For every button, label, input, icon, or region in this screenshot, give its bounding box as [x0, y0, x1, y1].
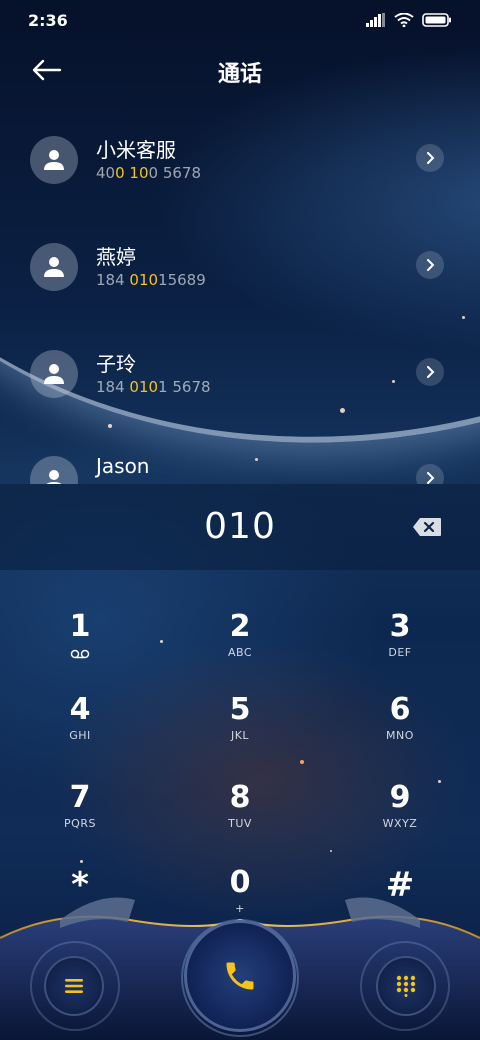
person-icon — [44, 150, 64, 170]
status-bar: 2:36 — [0, 0, 480, 40]
dialed-number: 010 — [204, 506, 276, 547]
dialed-number-bar: 010 — [0, 484, 480, 570]
list-item[interactable]: 子玲 184 0101 5678 — [0, 334, 480, 414]
contact-name: Jason — [96, 454, 150, 478]
status-time: 2:36 — [28, 10, 68, 30]
key-4[interactable]: 4 GHI — [20, 693, 140, 763]
menu-icon — [65, 979, 83, 993]
contact-number: 184 01015689 — [96, 271, 206, 289]
avatar — [30, 136, 78, 184]
chevron-right-icon[interactable] — [416, 144, 444, 172]
key-1[interactable]: 1 — [20, 610, 140, 680]
contact-name: 燕婷 — [96, 245, 136, 269]
chevron-right-icon[interactable] — [416, 358, 444, 386]
key-2[interactable]: 2 ABC — [180, 610, 300, 680]
contact-number: 184 0101 5678 — [96, 378, 211, 396]
chevron-right-icon[interactable] — [416, 251, 444, 279]
key-7[interactable]: 7 PQRS — [20, 781, 140, 851]
key-5[interactable]: 5 JKL — [180, 693, 300, 763]
list-item[interactable]: 燕婷 184 01015689 — [0, 227, 480, 307]
avatar — [30, 350, 78, 398]
phone-icon — [226, 962, 254, 990]
person-icon — [44, 257, 64, 277]
wifi-icon — [394, 13, 414, 27]
key-8[interactable]: 8 TUV — [180, 781, 300, 851]
page-title: 通话 — [217, 62, 262, 87]
dialpad-toggle-button[interactable] — [376, 956, 436, 1016]
contact-list: 小米客服 400 100 5678 燕婷 184 01015689 子玲 184… — [0, 120, 480, 484]
contact-name: 小米客服 — [96, 138, 176, 162]
call-button[interactable] — [184, 920, 296, 1032]
voicemail-icon — [70, 649, 90, 659]
key-6[interactable]: 6 MNO — [340, 693, 460, 763]
signal-icon — [366, 13, 385, 27]
backspace-icon[interactable] — [412, 517, 442, 537]
chevron-right-icon[interactable] — [416, 464, 444, 484]
list-item[interactable]: 小米客服 400 100 5678 — [0, 120, 480, 200]
list-item[interactable]: Jason — [0, 440, 480, 484]
key-3[interactable]: 3 DEF — [340, 610, 460, 680]
person-icon — [44, 364, 64, 384]
header: 通话 — [0, 48, 480, 92]
avatar — [30, 243, 78, 291]
contact-number: 400 100 5678 — [96, 164, 202, 182]
contact-name: 子玲 — [96, 352, 136, 376]
key-9[interactable]: 9 WXYZ — [340, 781, 460, 851]
menu-button[interactable] — [44, 956, 104, 1016]
status-icons — [366, 13, 452, 27]
person-icon — [46, 470, 62, 484]
dialpad-icon — [396, 975, 416, 997]
bottom-dock — [0, 880, 480, 1040]
avatar — [30, 456, 78, 484]
battery-icon — [422, 13, 451, 27]
